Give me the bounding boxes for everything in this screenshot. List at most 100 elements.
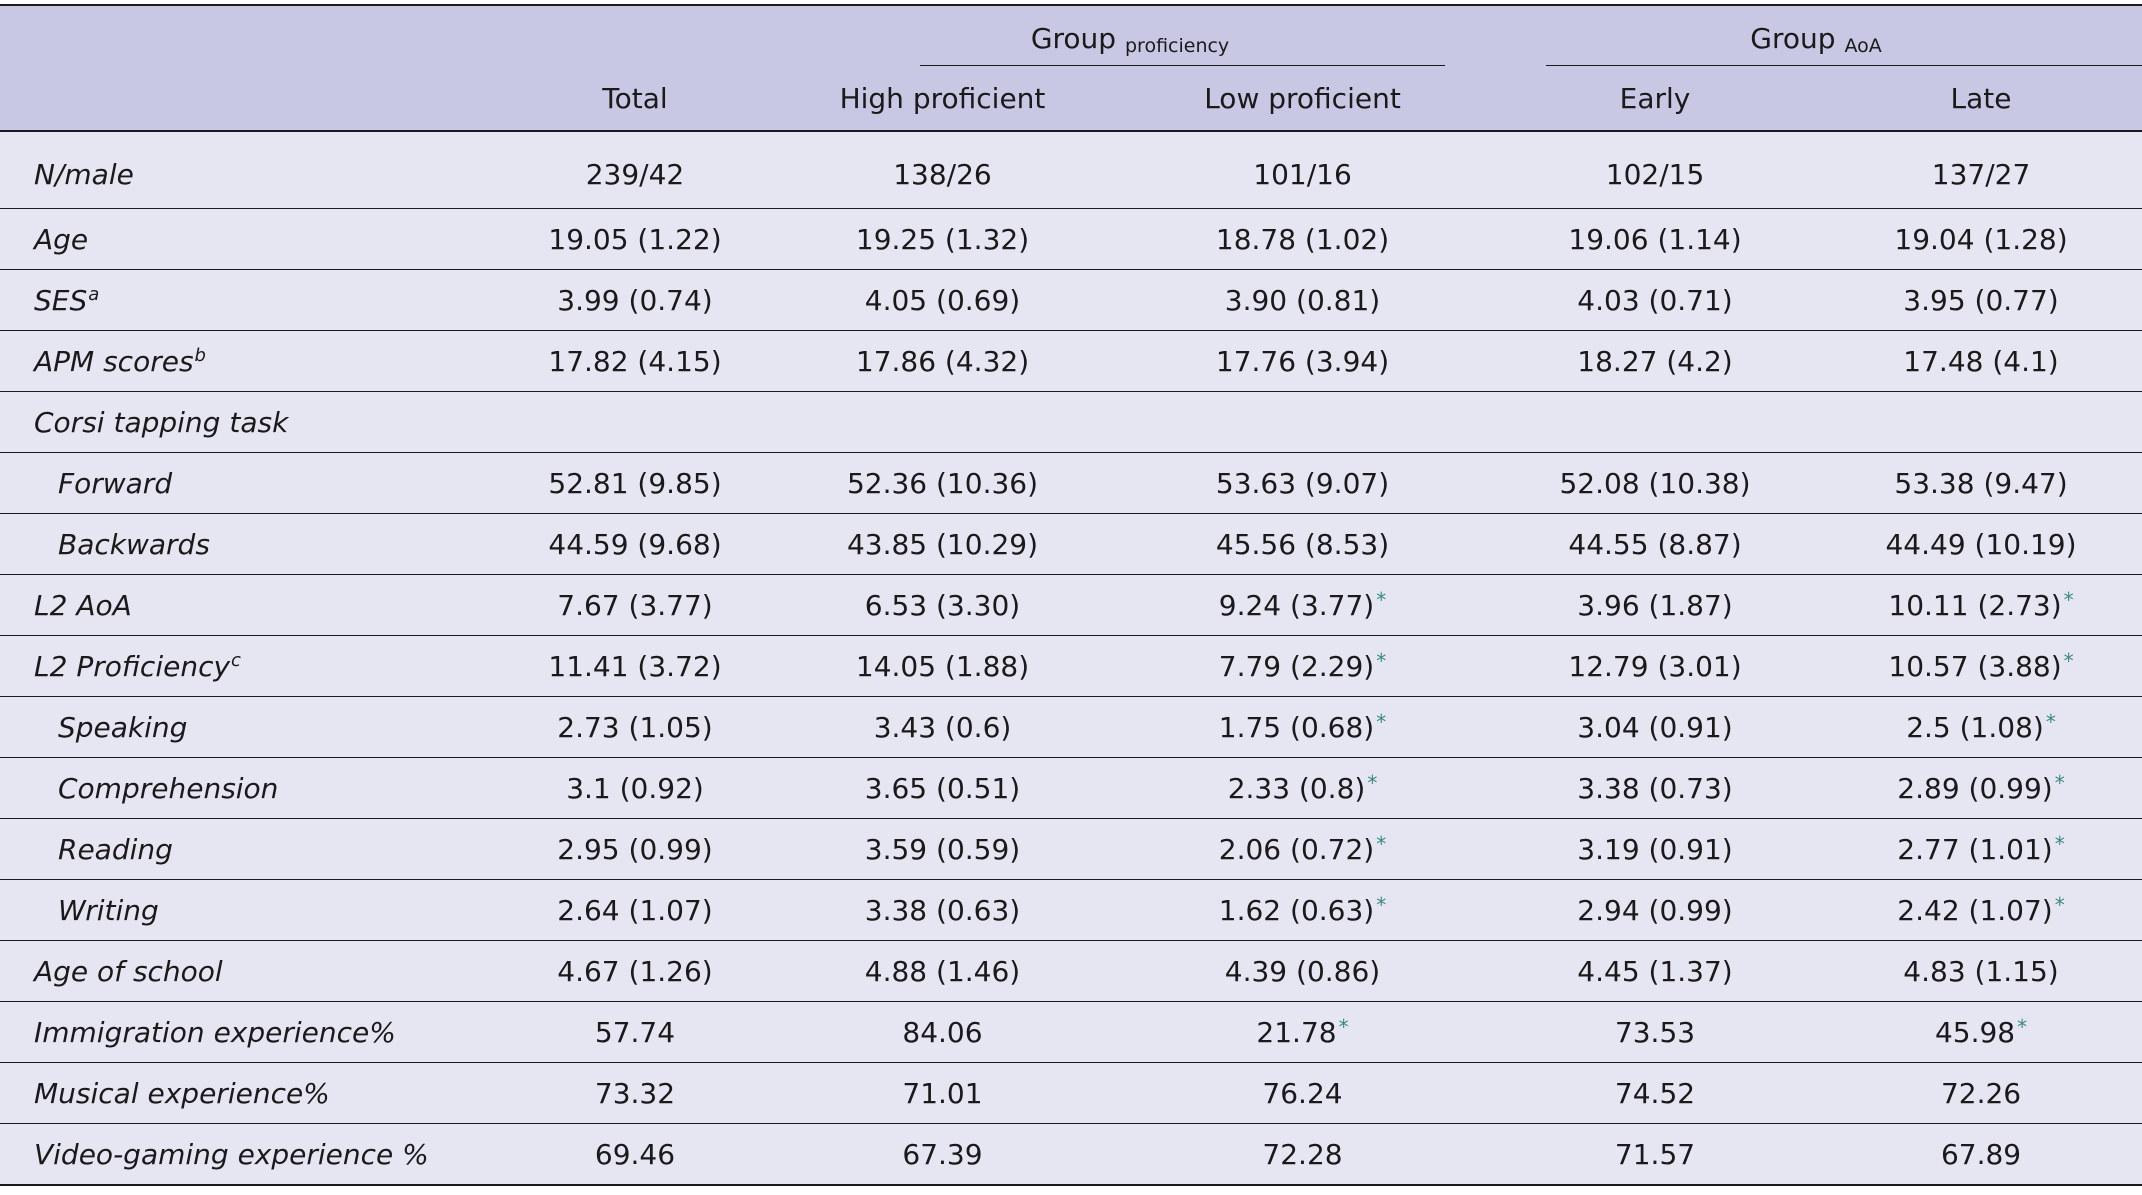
table-cell: 2.94 (0.99) (1490, 879, 1821, 941)
table-cell: 2.89 (0.99) * (1820, 757, 2142, 819)
significance-asterisk: * (2045, 710, 2056, 734)
cell-value: 2.89 (0.99) (1897, 772, 2053, 805)
demographics-table: Group proficiency Group AoA Total High p… (0, 4, 2142, 1186)
significance-asterisk: * (1338, 1015, 1349, 1039)
table-cell: 45.56 (8.53) (1115, 513, 1491, 575)
table-cell: 102/15 (1490, 131, 1821, 209)
table-cell: 239/42 (500, 131, 770, 209)
cell-value: 52.08 (10.38) (1559, 466, 1751, 500)
group-aoa-main: Group (1750, 22, 1836, 55)
table-cell: 73.32 (500, 1062, 770, 1124)
significance-asterisk: * (1376, 893, 1387, 917)
table-row: APM scoresb 17.82 (4.15) 17.86 (4.32) 17.76… (0, 330, 2142, 392)
table-row: Corsi tapping task (0, 391, 2142, 453)
row-label-text: Age of school (34, 954, 223, 988)
row-label: Reading (0, 818, 500, 880)
row-label: L2 Proficiencyc (0, 635, 500, 697)
cell-value: 2.64 (1.07) (557, 893, 713, 927)
table-cell: 72.28 (1115, 1123, 1491, 1186)
table-cell: 19.05 (1.22) (500, 208, 770, 270)
cell-value: 2.73 (1.05) (557, 710, 713, 744)
cell-value: 76.24 (1262, 1076, 1343, 1110)
cell-value: 102/15 (1605, 157, 1705, 191)
page: Group proficiency Group AoA Total High p… (0, 0, 2142, 1195)
table-row: Age of school 4.67 (1.26) 4.88 (1.46) 4.39 … (0, 940, 2142, 1002)
row-label-text: APM scores (34, 344, 194, 378)
group-proficiency-main: Group (1030, 22, 1117, 55)
row-label: N/male (0, 131, 500, 209)
table-row: Age 19.05 (1.22) 19.25 (1.32) 18.78 (1.02) 1… (0, 208, 2142, 270)
cell-value: 17.76 (3.94) (1215, 344, 1390, 378)
cell-value: 17.48 (4.1) (1903, 344, 2059, 378)
cell-value: 3.96 (1.87) (1577, 588, 1733, 622)
table-cell: 44.49 (10.19) (1820, 513, 2142, 575)
cell-value: 4.83 (1.15) (1903, 954, 2059, 988)
cell-value: 67.39 (902, 1137, 983, 1171)
table-cell: 19.04 (1.28) (1820, 208, 2142, 270)
table-cell: 45.98 * (1820, 1001, 2142, 1063)
row-label: Comprehension (0, 757, 500, 819)
table-cell (500, 391, 770, 453)
cell-value: 7.79 (2.29) (1218, 650, 1375, 683)
table-cell: 17.48 (4.1) (1820, 330, 2142, 392)
cell-value: 239/42 (585, 157, 685, 191)
cell-value: 44.49 (10.19) (1885, 527, 2077, 561)
significance-asterisk: * (2054, 771, 2065, 795)
cell-value: 12.79 (3.01) (1568, 649, 1742, 683)
table-cell (1820, 391, 2142, 453)
cell-value: 45.98 (1934, 1016, 2016, 1049)
table-cell: 52.81 (9.85) (500, 452, 770, 514)
row-label: L2 AoA (0, 574, 500, 636)
row-label-text: Forward (58, 466, 173, 500)
table-cell: 17.76 (3.94) (1115, 330, 1491, 392)
cell-value: 3.38 (0.73) (1577, 771, 1733, 805)
table-cell: 4.83 (1.15) (1820, 940, 2142, 1002)
cell-value: 11.41 (3.72) (548, 649, 722, 683)
row-label: Backwards (0, 513, 500, 575)
row-label: Corsi tapping task (0, 391, 500, 453)
table-cell: 3.38 (0.63) (770, 879, 1115, 941)
cell-value: 4.88 (1.46) (864, 954, 1021, 988)
cell-value: 52.81 (9.85) (548, 466, 722, 500)
cell-value: 52.36 (10.36) (846, 466, 1039, 500)
row-label-text: Video-gaming experience % (34, 1137, 429, 1171)
table-row: Backwards 44.59 (9.68) 43.85 (10.29) 45.56 … (0, 513, 2142, 575)
table-cell (770, 391, 1115, 453)
group-aoa-label: Group AoA (1750, 22, 1881, 65)
cell-value: 71.01 (902, 1076, 983, 1110)
cell-value: 2.94 (0.99) (1577, 893, 1733, 927)
row-label-text: SES (34, 283, 88, 317)
header-spacer (500, 5, 770, 66)
cell-value: 101/16 (1253, 157, 1352, 191)
table-cell: 67.89 (1820, 1123, 2142, 1186)
cell-value: 3.38 (0.63) (864, 893, 1021, 927)
row-label-text: Corsi tapping task (34, 405, 289, 439)
group-proficiency-sub: proficiency (1124, 35, 1230, 57)
group-proficiency-rule (920, 65, 1446, 66)
table-cell: 10.11 (2.73) * (1820, 574, 2142, 636)
table-cell: 53.38 (9.47) (1820, 452, 2142, 514)
cell-value: 72.28 (1262, 1137, 1343, 1171)
table-cell: 17.82 (4.15) (500, 330, 770, 392)
row-label: Immigration experience% (0, 1001, 500, 1063)
column-header-high-proficient: High proficient (770, 66, 1115, 131)
table-cell: 52.36 (10.36) (770, 452, 1115, 514)
cell-value: 74.52 (1614, 1076, 1696, 1110)
table-cell (1490, 391, 1821, 453)
cell-value: 7.67 (3.77) (557, 588, 713, 622)
significance-asterisk: * (1367, 771, 1378, 795)
table-cell: 2.42 (1.07) * (1820, 879, 2142, 941)
row-label-text: Writing (58, 893, 159, 927)
table-cell: 18.27 (4.2) (1490, 330, 1821, 392)
cell-value: 3.90 (0.81) (1224, 283, 1381, 317)
cell-value: 44.55 (8.87) (1568, 527, 1742, 561)
table-cell: 57.74 (500, 1001, 770, 1063)
table-row: L2 Proficiencyc 11.41 (3.72) 14.05 (1.88) 7… (0, 635, 2142, 697)
cell-value: 4.05 (0.69) (864, 283, 1021, 317)
significance-asterisk: * (1376, 588, 1387, 612)
significance-asterisk: * (2054, 893, 2065, 917)
table-cell: 14.05 (1.88) (770, 635, 1115, 697)
table-row: Immigration experience% 57.74 84.06 21.78 * 7… (0, 1001, 2142, 1063)
table-cell: 3.65 (0.51) (770, 757, 1115, 819)
cell-value: 3.43 (0.6) (873, 710, 1012, 744)
